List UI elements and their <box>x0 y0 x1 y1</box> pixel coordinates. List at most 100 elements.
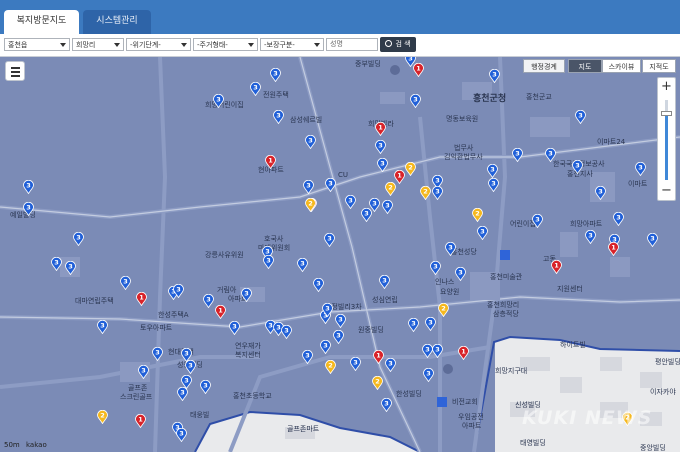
red-pin-icon[interactable]: 1 <box>608 242 619 256</box>
blue-pin-icon[interactable]: 3 <box>532 214 543 228</box>
blue-pin-icon[interactable]: 3 <box>23 202 34 216</box>
yellow-pin-icon[interactable]: 2 <box>405 162 416 176</box>
blue-pin-icon[interactable]: 3 <box>377 158 388 172</box>
blue-pin-icon[interactable]: 3 <box>322 303 333 317</box>
blue-pin-icon[interactable]: 3 <box>263 255 274 269</box>
blue-pin-icon[interactable]: 3 <box>65 261 76 275</box>
blue-pin-icon[interactable]: 3 <box>647 233 658 247</box>
blue-pin-icon[interactable]: 3 <box>613 212 624 226</box>
search-button[interactable]: 검 색 <box>380 37 416 52</box>
blue-pin-icon[interactable]: 3 <box>382 200 393 214</box>
zoom-out-button[interactable]: − <box>658 182 675 199</box>
blue-pin-icon[interactable]: 3 <box>229 321 240 335</box>
red-pin-icon[interactable]: 1 <box>458 346 469 360</box>
blue-pin-icon[interactable]: 3 <box>410 94 421 108</box>
blue-pin-icon[interactable]: 3 <box>303 180 314 194</box>
housing-type-select[interactable]: -주거형태- <box>193 38 258 51</box>
blue-pin-icon[interactable]: 3 <box>177 387 188 401</box>
blue-pin-icon[interactable]: 3 <box>176 428 187 442</box>
blue-pin-icon[interactable]: 3 <box>297 258 308 272</box>
blue-pin-icon[interactable]: 3 <box>333 330 344 344</box>
blue-pin-icon[interactable]: 3 <box>379 275 390 289</box>
name-input[interactable]: 성명 <box>326 38 378 51</box>
red-pin-icon[interactable]: 1 <box>375 122 386 136</box>
blue-pin-icon[interactable]: 3 <box>369 198 380 212</box>
blue-pin-icon[interactable]: 3 <box>477 226 488 240</box>
tab-welfare-map[interactable]: 복지방문지도 <box>4 10 79 34</box>
blue-pin-icon[interactable]: 3 <box>595 186 606 200</box>
blue-pin-icon[interactable]: 3 <box>203 294 214 308</box>
zoom-slider-handle[interactable] <box>661 111 672 116</box>
blue-pin-icon[interactable]: 3 <box>324 233 335 247</box>
map-type-skyview[interactable]: 스카이뷰 <box>602 59 641 73</box>
blue-pin-icon[interactable]: 3 <box>350 357 361 371</box>
blue-pin-icon[interactable]: 3 <box>432 344 443 358</box>
blue-pin-icon[interactable]: 3 <box>270 68 281 82</box>
blue-pin-icon[interactable]: 3 <box>385 358 396 372</box>
blue-pin-icon[interactable]: 3 <box>585 230 596 244</box>
blue-pin-icon[interactable]: 3 <box>23 180 34 194</box>
red-pin-icon[interactable]: 1 <box>551 260 562 274</box>
red-pin-icon[interactable]: 1 <box>136 292 147 306</box>
blue-pin-icon[interactable]: 3 <box>445 242 456 256</box>
red-pin-icon[interactable]: 1 <box>215 305 226 319</box>
admin-boundary-toggle[interactable]: 행정경계 <box>523 59 565 73</box>
yellow-pin-icon[interactable]: 2 <box>472 208 483 222</box>
blue-pin-icon[interactable]: 3 <box>97 320 108 334</box>
blue-pin-icon[interactable]: 3 <box>545 148 556 162</box>
blue-pin-icon[interactable]: 3 <box>345 195 356 209</box>
yellow-pin-icon[interactable]: 2 <box>325 360 336 374</box>
map-type-roadmap[interactable]: 지도 <box>568 59 602 73</box>
blue-pin-icon[interactable]: 3 <box>305 135 316 149</box>
blue-pin-icon[interactable]: 3 <box>281 325 292 339</box>
tab-system-admin[interactable]: 시스템관리 <box>83 10 151 34</box>
blue-pin-icon[interactable]: 3 <box>381 398 392 412</box>
blue-pin-icon[interactable]: 3 <box>51 257 62 271</box>
red-pin-icon[interactable]: 1 <box>413 63 424 77</box>
yellow-pin-icon[interactable]: 2 <box>438 303 449 317</box>
blue-pin-icon[interactable]: 3 <box>302 350 313 364</box>
blue-pin-icon[interactable]: 3 <box>488 178 499 192</box>
blue-pin-icon[interactable]: 3 <box>455 267 466 281</box>
blue-pin-icon[interactable]: 3 <box>512 148 523 162</box>
blue-pin-icon[interactable]: 3 <box>635 162 646 176</box>
blue-pin-icon[interactable]: 3 <box>375 140 386 154</box>
blue-pin-icon[interactable]: 3 <box>408 318 419 332</box>
blue-pin-icon[interactable]: 3 <box>250 82 261 96</box>
yellow-pin-icon[interactable]: 2 <box>385 182 396 196</box>
blue-pin-icon[interactable]: 3 <box>325 178 336 192</box>
map-type-cadastral[interactable]: 지적도 <box>642 59 676 73</box>
blue-pin-icon[interactable]: 3 <box>213 94 224 108</box>
map-view[interactable]: 희망어린이집 전원주택 삼성쉐르빌 희망빌라 현아파트 중부빌딩 홍천군청 홍천… <box>0 57 680 452</box>
red-pin-icon[interactable]: 1 <box>373 350 384 364</box>
zoom-in-button[interactable]: + <box>658 78 675 95</box>
blue-pin-icon[interactable]: 3 <box>120 276 131 290</box>
yellow-pin-icon[interactable]: 2 <box>305 198 316 212</box>
village-select[interactable]: 희망리 <box>72 38 124 51</box>
blue-pin-icon[interactable]: 3 <box>432 186 443 200</box>
blue-pin-icon[interactable]: 3 <box>138 365 149 379</box>
blue-pin-icon[interactable]: 3 <box>425 317 436 331</box>
blue-pin-icon[interactable]: 3 <box>73 232 84 246</box>
blue-pin-icon[interactable]: 3 <box>335 314 346 328</box>
blue-pin-icon[interactable]: 3 <box>489 69 500 83</box>
red-pin-icon[interactable]: 1 <box>265 155 276 169</box>
blue-pin-icon[interactable]: 3 <box>273 110 284 124</box>
blue-pin-icon[interactable]: 3 <box>430 261 441 275</box>
blue-pin-icon[interactable]: 3 <box>572 160 583 174</box>
yellow-pin-icon[interactable]: 2 <box>97 410 108 424</box>
risk-level-select[interactable]: -위기단계- <box>126 38 191 51</box>
map-menu-button[interactable] <box>5 61 25 81</box>
security-type-select[interactable]: -보장구분- <box>260 38 324 51</box>
red-pin-icon[interactable]: 1 <box>135 414 146 428</box>
region-select[interactable]: 홍천읍 <box>4 38 70 51</box>
blue-pin-icon[interactable]: 3 <box>320 340 331 354</box>
yellow-pin-icon[interactable]: 2 <box>420 186 431 200</box>
blue-pin-icon[interactable]: 3 <box>487 164 498 178</box>
blue-pin-icon[interactable]: 3 <box>185 360 196 374</box>
blue-pin-icon[interactable]: 3 <box>173 284 184 298</box>
blue-pin-icon[interactable]: 3 <box>200 380 211 394</box>
blue-pin-icon[interactable]: 3 <box>152 347 163 361</box>
blue-pin-icon[interactable]: 3 <box>241 288 252 302</box>
yellow-pin-icon[interactable]: 2 <box>372 376 383 390</box>
